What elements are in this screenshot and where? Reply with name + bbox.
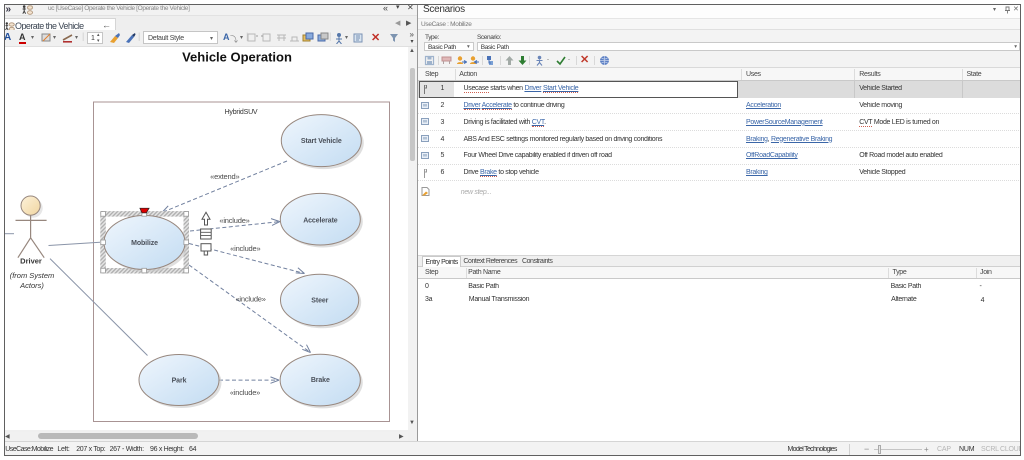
- svg-text:Vehicle Operation: Vehicle Operation: [182, 49, 292, 64]
- svg-text:Driver: Driver: [20, 257, 42, 266]
- svg-text:«include»: «include»: [230, 244, 260, 253]
- svg-text:«include»: «include»: [230, 388, 260, 397]
- svg-text:HybridSUV: HybridSUV: [225, 109, 258, 116]
- svg-text:(from System: (from System: [10, 271, 55, 280]
- svg-text:«include»: «include»: [235, 295, 265, 304]
- svg-text:Brake: Brake: [311, 377, 330, 384]
- svg-text:Accelerate: Accelerate: [303, 217, 338, 224]
- svg-text:Mobilize: Mobilize: [131, 240, 158, 247]
- svg-text:Actors): Actors): [19, 281, 44, 290]
- svg-text:Park: Park: [172, 378, 187, 385]
- svg-text:Steer: Steer: [311, 297, 328, 304]
- svg-text:«extend»: «extend»: [210, 172, 239, 181]
- svg-text:«include»: «include»: [219, 216, 249, 225]
- svg-text:Start Vehicle: Start Vehicle: [301, 138, 342, 145]
